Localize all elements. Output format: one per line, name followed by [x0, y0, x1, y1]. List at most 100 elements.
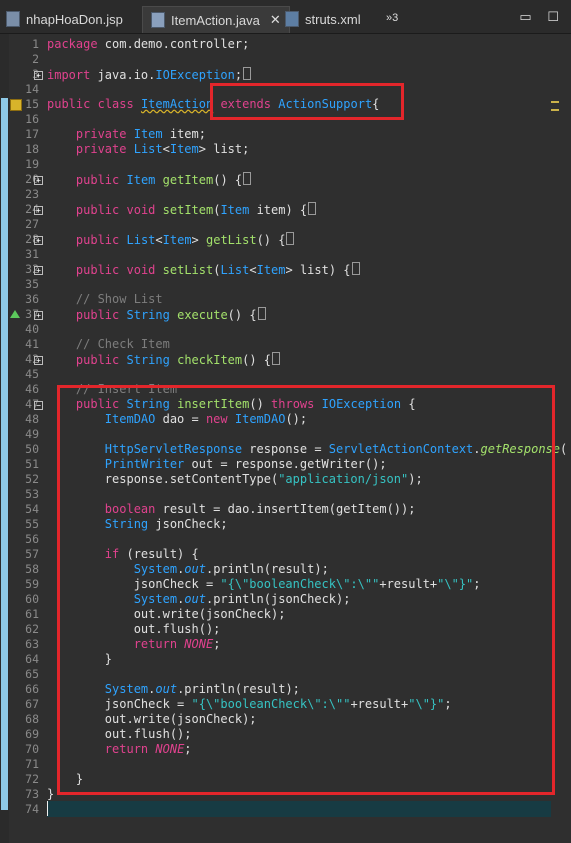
- code-line[interactable]: public String checkItem() {: [47, 352, 281, 367]
- code-line[interactable]: public class ItemAction extends ActionSu…: [47, 97, 379, 112]
- code-line[interactable]: public String insertItem() throws IOExce…: [47, 397, 416, 412]
- line-number: 15: [25, 97, 39, 111]
- line-number: 50: [25, 442, 39, 456]
- code-line[interactable]: [47, 427, 49, 442]
- code-line[interactable]: out.flush();: [47, 727, 192, 742]
- code-line[interactable]: [47, 277, 49, 292]
- folded-code-marker[interactable]: [286, 232, 295, 245]
- maximize-icon[interactable]: ☐: [547, 9, 559, 24]
- code-line[interactable]: }: [47, 652, 112, 667]
- line-number: 67: [25, 697, 39, 711]
- code-line[interactable]: [47, 757, 49, 772]
- expand-fold-icon[interactable]: +: [34, 71, 43, 80]
- code-line[interactable]: out.write(jsonCheck);: [47, 607, 286, 622]
- code-line[interactable]: import java.io.IOException;: [47, 67, 252, 82]
- expand-fold-icon[interactable]: +: [34, 356, 43, 365]
- expand-fold-icon[interactable]: +: [34, 266, 43, 275]
- code-line[interactable]: [47, 157, 49, 172]
- code-line[interactable]: private Item item;: [47, 127, 206, 142]
- collapse-fold-icon[interactable]: −: [34, 401, 43, 410]
- code-line[interactable]: PrintWriter out = response.getWriter();: [47, 457, 387, 472]
- code-line[interactable]: // Check Item: [47, 337, 170, 352]
- code-line[interactable]: package com.demo.controller;: [47, 37, 249, 52]
- code-line[interactable]: [47, 217, 49, 232]
- warning-icon[interactable]: [10, 99, 22, 111]
- code-line[interactable]: [47, 802, 49, 817]
- line-number: 45: [25, 367, 39, 381]
- folded-code-marker[interactable]: [257, 307, 266, 320]
- code-line[interactable]: return NONE;: [47, 742, 192, 757]
- code-line[interactable]: out.write(jsonCheck);: [47, 712, 257, 727]
- code-line[interactable]: [47, 52, 49, 67]
- code-line[interactable]: System.out.println(result);: [47, 562, 329, 577]
- code-line[interactable]: System.out.println(result);: [47, 682, 300, 697]
- line-number: 41: [25, 337, 39, 351]
- code-line[interactable]: [47, 532, 49, 547]
- line-number: 35: [25, 277, 39, 291]
- code-line[interactable]: [47, 322, 49, 337]
- line-number: 52: [25, 472, 39, 486]
- code-line[interactable]: jsonCheck = "{\"booleanCheck\":\""+resul…: [47, 697, 452, 712]
- tab-overflow-button[interactable]: »3: [386, 12, 398, 24]
- code-line[interactable]: public List<Item> getList() {: [47, 232, 295, 247]
- line-number: 51: [25, 457, 39, 471]
- overview-marker[interactable]: [551, 101, 559, 111]
- code-line[interactable]: [47, 367, 49, 382]
- tab-nhaphoadon-jsp[interactable]: nhapHoaDon.jsp: [6, 6, 123, 32]
- code-line[interactable]: System.out.println(jsonCheck);: [47, 592, 351, 607]
- code-line[interactable]: public void setList(List<Item> list) {: [47, 262, 360, 277]
- code-line[interactable]: [47, 247, 49, 262]
- line-number: 60: [25, 592, 39, 606]
- code-line[interactable]: jsonCheck = "{\"booleanCheck\":\""+resul…: [47, 577, 481, 592]
- expand-fold-icon[interactable]: +: [34, 311, 43, 320]
- code-line[interactable]: }: [47, 787, 54, 802]
- code-editor[interactable]: 1 package com.demo.controller; 2 3 + import j…: [0, 34, 571, 843]
- line-number: 19: [25, 157, 39, 171]
- expand-fold-icon[interactable]: +: [34, 206, 43, 215]
- code-line[interactable]: [47, 487, 49, 502]
- code-line[interactable]: // Show List: [47, 292, 163, 307]
- override-indicator-icon[interactable]: [10, 310, 20, 318]
- code-line[interactable]: public Item getItem() {: [47, 172, 252, 187]
- code-line[interactable]: [47, 667, 49, 682]
- tab-struts-xml[interactable]: struts.xml: [285, 6, 361, 32]
- code-line[interactable]: boolean result = dao.insertItem(getItem(…: [47, 502, 416, 517]
- code-line[interactable]: public void setItem(Item item) {: [47, 202, 317, 217]
- tab-itemaction-java[interactable]: ItemAction.java ✕: [142, 6, 290, 33]
- minimize-icon[interactable]: ▭: [519, 9, 531, 24]
- line-number: 18: [25, 142, 39, 156]
- line-number: 66: [25, 682, 39, 696]
- code-line[interactable]: [47, 82, 49, 97]
- code-line[interactable]: [47, 187, 49, 202]
- code-line[interactable]: HttpServletResponse response = ServletAc…: [47, 442, 567, 457]
- folded-code-marker[interactable]: [243, 172, 252, 185]
- folded-code-marker[interactable]: [272, 352, 281, 365]
- code-line[interactable]: [47, 112, 49, 127]
- code-line[interactable]: ItemDAO dao = new ItemDAO();: [47, 412, 307, 427]
- line-number: 48: [25, 412, 39, 426]
- code-line[interactable]: return NONE;: [47, 637, 221, 652]
- folded-code-marker[interactable]: [351, 262, 360, 275]
- code-line[interactable]: private List<Item> list;: [47, 142, 249, 157]
- line-number: 56: [25, 532, 39, 546]
- close-tab-icon[interactable]: ✕: [270, 12, 281, 28]
- line-number: 72: [25, 772, 39, 786]
- code-line[interactable]: out.flush();: [47, 622, 221, 637]
- line-number: 36: [25, 292, 39, 306]
- folded-code-marker[interactable]: [243, 67, 252, 80]
- line-number: 31: [25, 247, 39, 261]
- line-number: 69: [25, 727, 39, 741]
- xml-file-icon: [285, 11, 299, 27]
- code-line[interactable]: // Insert Item: [47, 382, 177, 397]
- code-line[interactable]: }: [47, 772, 83, 787]
- code-line[interactable]: public String execute() {: [47, 307, 266, 322]
- editor-tab-bar: nhapHoaDon.jsp ItemAction.java ✕ struts.…: [0, 0, 571, 34]
- folded-code-marker[interactable]: [308, 202, 317, 215]
- code-line[interactable]: String jsonCheck;: [47, 517, 228, 532]
- code-line[interactable]: if (result) {: [47, 547, 199, 562]
- tab-label: struts.xml: [305, 11, 361, 27]
- line-number: 65: [25, 667, 39, 681]
- code-line[interactable]: response.setContentType("application/jso…: [47, 472, 423, 487]
- expand-fold-icon[interactable]: +: [34, 176, 43, 185]
- expand-fold-icon[interactable]: +: [34, 236, 43, 245]
